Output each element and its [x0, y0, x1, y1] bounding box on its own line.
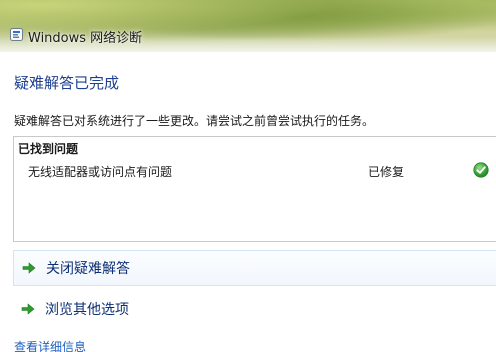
main-content: 疑难解答已完成 疑难解答已对系统进行了一些更改。请尝试之前曾尝试执行的任务。 已… — [0, 52, 496, 352]
problem-status: 已修复 — [368, 165, 405, 179]
window-title: Windows 网络诊断 — [28, 31, 143, 46]
close-troubleshooter-label: 关闭疑难解答 — [46, 261, 130, 277]
problems-found-panel: 已找到问题 无线适配器或访问点有问题 已修复 — [13, 136, 496, 242]
green-arrow-icon — [22, 262, 36, 274]
problem-row: 无线适配器或访问点有问题 已修复 — [14, 161, 496, 181]
explore-other-options-label: 浏览其他选项 — [45, 302, 129, 318]
network-diagnostics-icon — [10, 28, 23, 41]
green-arrow-icon — [21, 303, 35, 315]
title-bar[interactable]: Windows 网络诊断 — [0, 0, 496, 52]
problems-header: 已找到问题 — [18, 142, 79, 156]
close-troubleshooter-button[interactable]: 关闭疑难解答 — [13, 250, 496, 286]
view-details-link[interactable]: 查看详细信息 — [14, 338, 86, 352]
green-check-icon — [473, 162, 489, 178]
page-title: 疑难解答已完成 — [14, 74, 120, 92]
troubleshooter-window: Windows 网络诊断 疑难解答已完成 疑难解答已对系统进行了一些更改。请尝试… — [0, 0, 496, 352]
description-text: 疑难解答已对系统进行了一些更改。请尝试之前曾尝试执行的任务。 — [14, 114, 375, 128]
problem-description: 无线适配器或访问点有问题 — [28, 165, 173, 179]
explore-other-options-button[interactable]: 浏览其他选项 — [13, 292, 496, 326]
